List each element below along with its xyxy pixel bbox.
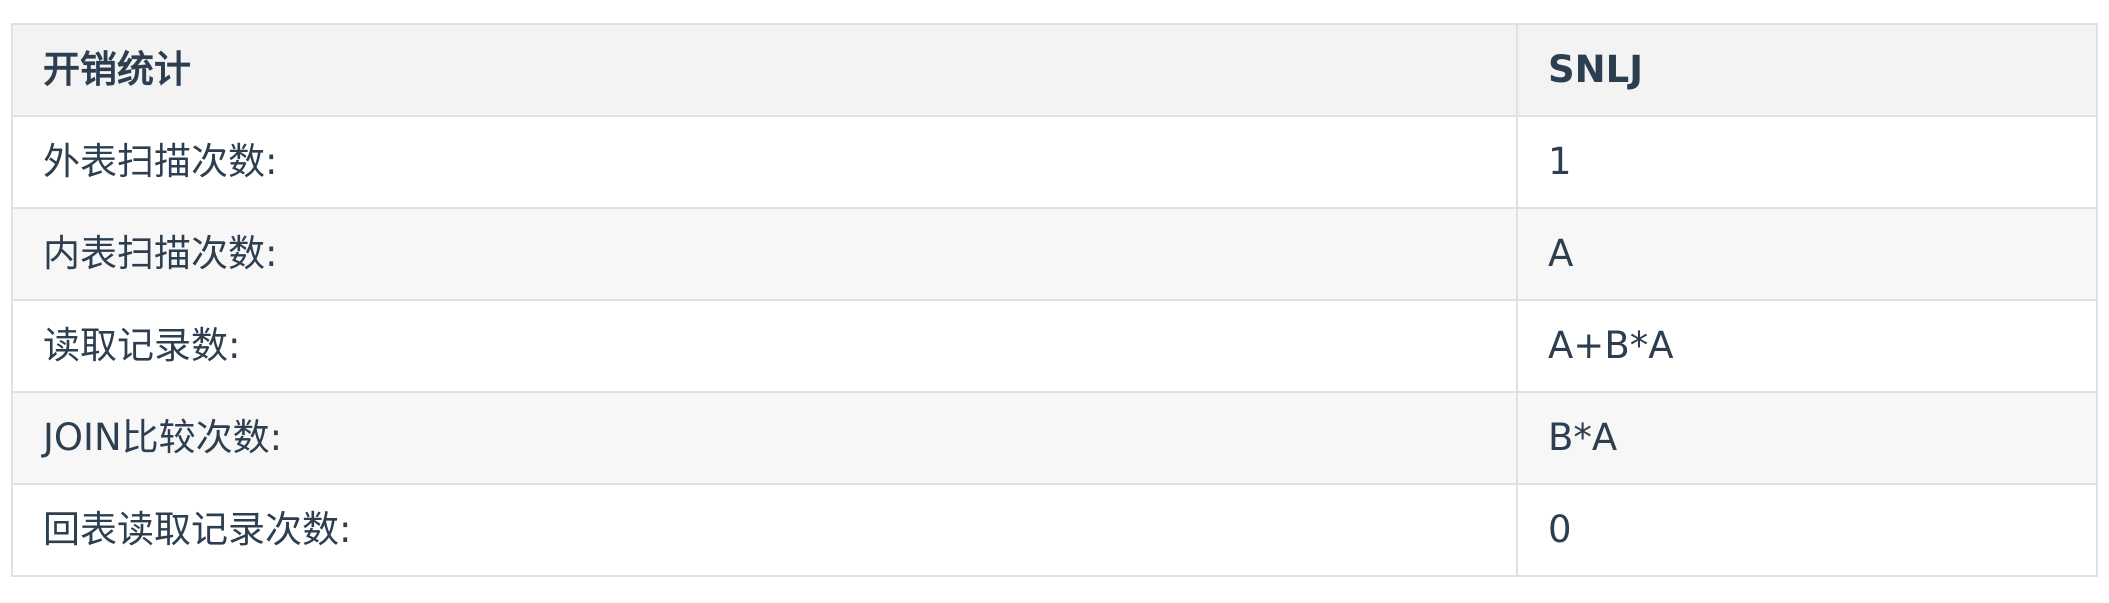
table-row: 读取记录数: A+B*A — [11, 299, 2098, 393]
metric-label: 读取记录数: — [11, 299, 1518, 393]
metric-value: 0 — [1516, 483, 2098, 577]
table-row: 外表扫描次数: 1 — [11, 115, 2098, 209]
metric-value: A+B*A — [1516, 299, 2098, 393]
metric-value: B*A — [1516, 391, 2098, 485]
table-header-row: 开销统计 SNLJ — [11, 23, 2098, 117]
cost-table-container: 开销统计 SNLJ 外表扫描次数: 1 内表扫描次数: A 读取记录数: A+B… — [11, 23, 2098, 577]
metric-value: 1 — [1516, 115, 2098, 209]
cost-statistics-table: 开销统计 SNLJ 外表扫描次数: 1 内表扫描次数: A 读取记录数: A+B… — [11, 23, 2098, 577]
metric-label: 外表扫描次数: — [11, 115, 1518, 209]
header-cost-statistics: 开销统计 — [11, 23, 1518, 117]
metric-label: JOIN比较次数: — [11, 391, 1518, 485]
metric-label: 回表读取记录次数: — [11, 483, 1518, 577]
table-row: JOIN比较次数: B*A — [11, 391, 2098, 485]
metric-value: A — [1516, 207, 2098, 301]
table-row: 内表扫描次数: A — [11, 207, 2098, 301]
metric-label: 内表扫描次数: — [11, 207, 1518, 301]
header-snlj: SNLJ — [1516, 23, 2098, 117]
table-row: 回表读取记录次数: 0 — [11, 483, 2098, 577]
